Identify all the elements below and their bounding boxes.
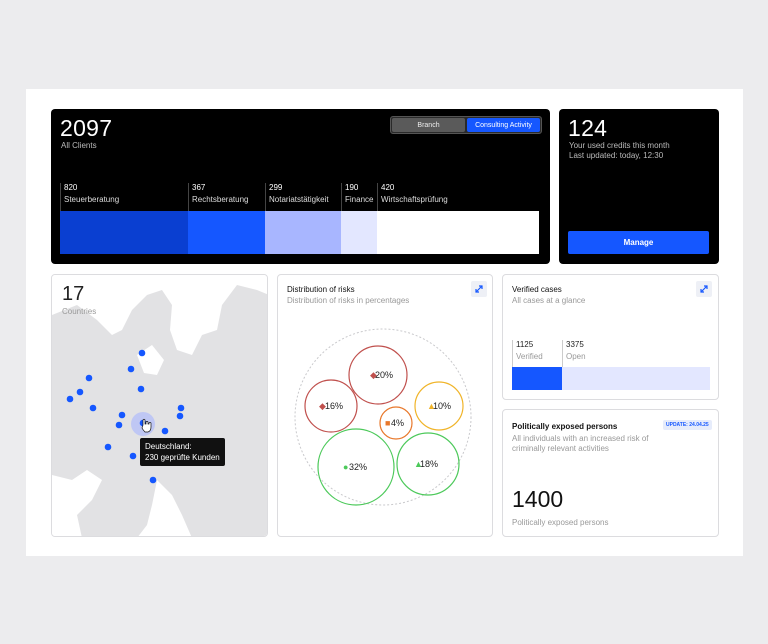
clients-card: 2097 All Clients Branch Consulting Activ… <box>51 109 550 264</box>
segment-count: 299 <box>269 183 283 192</box>
pep-subtitle: All individuals with an increased risk o… <box>512 434 649 453</box>
verified-expand-button[interactable] <box>696 281 712 297</box>
svg-text:32%: 32% <box>349 462 367 472</box>
segment-count: 820 <box>64 183 78 192</box>
open-count: 3375 <box>566 340 584 349</box>
countries-label: Countries <box>62 307 97 316</box>
svg-text:■: ■ <box>385 418 390 428</box>
segment-name: Rechtsberatung <box>192 195 249 204</box>
svg-text:10%: 10% <box>433 401 451 411</box>
pep-footer-label: Politically exposed persons <box>512 518 609 527</box>
verified-count: 1125 <box>516 340 534 349</box>
bubble-4[interactable]: ■ 4% <box>379 406 413 440</box>
svg-text:16%: 16% <box>325 401 343 411</box>
svg-text:●: ● <box>343 462 348 472</box>
credits-used-label: Your used credits this month <box>569 141 670 150</box>
open-bar[interactable] <box>562 367 710 390</box>
credits-value: 124 <box>568 115 608 141</box>
segment-name: Notariatstätigkeit <box>269 195 329 204</box>
tooltip-country: Deutschland: <box>145 442 192 451</box>
open-label: Open <box>566 352 586 361</box>
segment-bar-finance[interactable] <box>341 211 377 254</box>
risk-distribution-card: Distribution of risks Distribution of ri… <box>277 274 493 537</box>
verified-title: Verified cases <box>512 285 562 294</box>
expand-icon <box>700 285 708 293</box>
clients-total-label: All Clients <box>61 141 97 150</box>
segment-count: 420 <box>381 183 395 192</box>
bubble-10[interactable]: ▲ 10% <box>414 381 464 431</box>
credits-updated-label: Last updated: today, 12:30 <box>569 151 664 160</box>
pep-value: 1400 <box>512 486 564 512</box>
open-count-label: 3375 Open <box>562 340 586 368</box>
tooltip-value: 230 geprüfte Kunden <box>145 453 220 462</box>
svg-text:20%: 20% <box>375 370 393 380</box>
view-toggle: Branch Consulting Activity <box>390 116 542 134</box>
bubble-16[interactable]: ◆ 16% <box>304 379 358 433</box>
verified-cases-card: Verified cases All cases at a glance 112… <box>502 274 719 400</box>
verified-bar[interactable] <box>512 367 562 390</box>
pep-card: Politically exposed persons UPDATE: 24.0… <box>502 409 719 537</box>
segment-bar-wirtschaftspruefung[interactable] <box>377 211 539 254</box>
credits-card: 124 Your used credits this month Last up… <box>559 109 719 264</box>
segment-name: Finance <box>345 195 374 204</box>
bubble-20[interactable]: ◆ 20% <box>348 345 408 405</box>
toggle-consulting-activity[interactable]: Consulting Activity <box>467 118 540 132</box>
verified-subtitle: All cases at a glance <box>512 296 586 305</box>
svg-text:18%: 18% <box>420 459 438 469</box>
svg-text:4%: 4% <box>391 418 404 428</box>
segment-name: Steuerberatung <box>64 195 120 204</box>
segment-name: Wirtschaftsprüfung <box>381 195 448 204</box>
bubble-32[interactable]: ● 32% <box>317 428 395 506</box>
clients-total: 2097 <box>60 115 113 141</box>
map-tooltip: Deutschland: 230 geprüfte Kunden <box>140 438 225 466</box>
dashboard-canvas: 2097 All Clients Branch Consulting Activ… <box>26 89 743 556</box>
bubble-18[interactable]: ▲ 18% <box>396 432 460 496</box>
segment-count: 367 <box>192 183 206 192</box>
segment-bar-rechtsberatung[interactable] <box>188 211 265 254</box>
segment-bar-notariat[interactable] <box>265 211 341 254</box>
segment-bar-steuerberatung[interactable] <box>60 211 188 254</box>
verified-count-label: 1125 Verified <box>512 340 543 368</box>
segment-count: 190 <box>345 183 359 192</box>
toggle-branch[interactable]: Branch <box>392 118 465 132</box>
countries-count: 17 <box>62 283 85 305</box>
manage-button[interactable]: Manage <box>568 231 709 254</box>
map-card: 17 Countries Deutschland: 230 geprüfte K… <box>51 274 268 537</box>
pep-title: Politically exposed persons <box>512 422 618 431</box>
risk-bubble-chart: ◆ 20% ◆ 16% ▲ 10% ■ 4% ● 32% ▲ 18% <box>294 328 472 506</box>
update-badge: UPDATE: 24.04.25 <box>663 420 712 430</box>
verified-label: Verified <box>516 352 543 361</box>
